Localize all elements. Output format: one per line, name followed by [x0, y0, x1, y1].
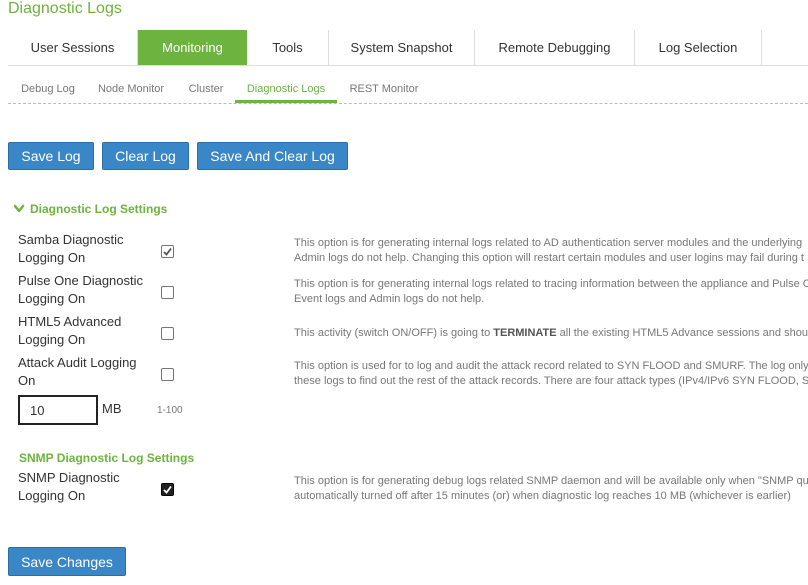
pulse-one-logging-checkbox[interactable] [161, 286, 174, 299]
samba-logging-checkbox[interactable] [161, 245, 174, 258]
log-size-range-hint: 1-100 [157, 405, 183, 416]
html5-logging-label: HTML5 Advanced Logging On [18, 314, 122, 347]
save-log-button[interactable]: Save Log [8, 142, 94, 170]
sub-tab-bar: Debug Log Node Monitor Cluster Diagnosti… [8, 76, 808, 104]
checkmark-icon [163, 247, 172, 256]
subtab-debug-log[interactable]: Debug Log [20, 76, 76, 103]
tab-remote-debugging[interactable]: Remote Debugging [475, 30, 635, 65]
samba-logging-label: Samba Diagnostic Logging On [18, 232, 124, 265]
subtab-node-monitor[interactable]: Node Monitor [96, 76, 166, 103]
snmp-log-settings-header: SNMP Diagnostic Log Settings [19, 451, 195, 465]
pulse-one-logging-description: This option is for generating internal l… [294, 278, 808, 305]
page-title: Diagnostic Logs [8, 0, 122, 17]
snmp-logging-checkbox[interactable] [161, 483, 174, 496]
attack-audit-logging-label: Attack Audit Logging On [18, 355, 137, 388]
subtab-cluster[interactable]: Cluster [186, 76, 226, 103]
tab-tools[interactable]: Tools [247, 30, 329, 65]
chevron-down-icon[interactable] [13, 204, 25, 214]
save-and-clear-log-button[interactable]: Save And Clear Log [197, 142, 348, 170]
snmp-logging-label: SNMP Diagnostic Logging On [18, 470, 120, 503]
checkmark-icon [163, 485, 172, 494]
log-size-unit: MB [102, 401, 122, 416]
clear-log-button[interactable]: Clear Log [102, 142, 189, 170]
tab-log-selection[interactable]: Log Selection [635, 30, 762, 65]
subtab-rest-monitor[interactable]: REST Monitor [348, 76, 420, 103]
html5-logging-description: This activity (switch ON/OFF) is going t… [294, 327, 808, 339]
attack-audit-logging-checkbox[interactable] [161, 368, 174, 381]
tab-system-snapshot[interactable]: System Snapshot [329, 30, 475, 65]
pulse-one-logging-label: Pulse One Diagnostic Logging On [18, 273, 144, 306]
log-size-input[interactable] [18, 395, 98, 425]
attack-audit-logging-description: This option is used for to log and audit… [294, 360, 808, 387]
subtab-diagnostic-logs[interactable]: Diagnostic Logs [235, 76, 337, 103]
tab-user-sessions[interactable]: User Sessions [8, 30, 138, 65]
snmp-logging-description: This option is for generating debug logs… [294, 475, 808, 502]
html5-logging-checkbox[interactable] [161, 327, 174, 340]
tab-monitoring[interactable]: Monitoring [138, 30, 247, 65]
main-tab-bar: User Sessions Monitoring Tools System Sn… [8, 30, 808, 66]
save-changes-button[interactable]: Save Changes [8, 547, 126, 576]
samba-logging-description: This option is for generating internal l… [294, 237, 804, 264]
diagnostic-log-settings-header[interactable]: Diagnostic Log Settings [30, 202, 167, 216]
